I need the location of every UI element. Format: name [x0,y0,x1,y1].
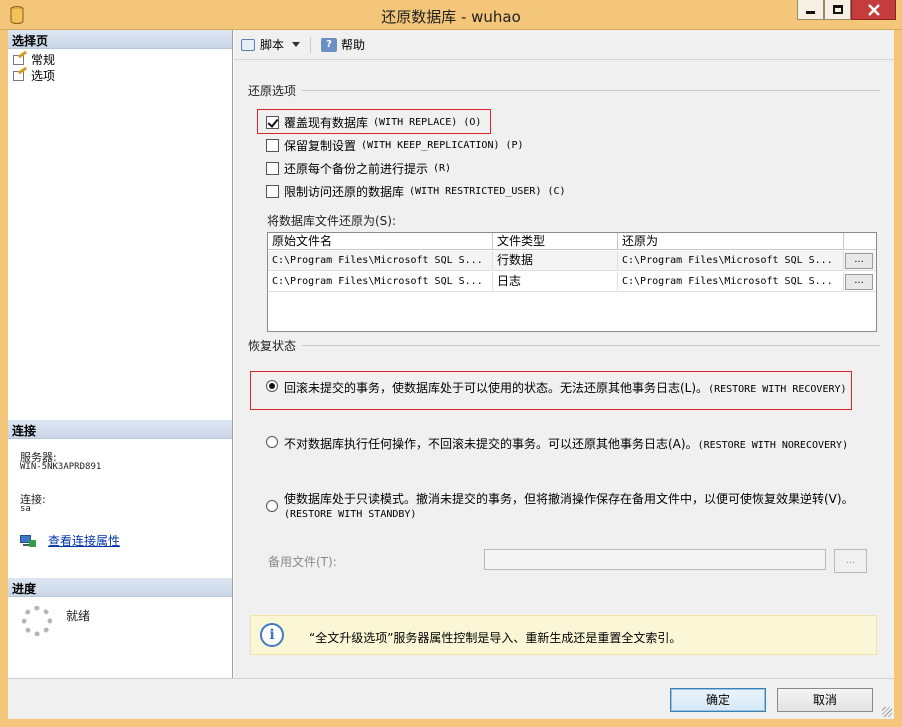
script-button[interactable]: 脚本 [240,34,301,56]
nav-item-options[interactable]: 选项 [12,66,56,83]
cell-type: 行数据 [493,251,618,271]
nav-item-label: 选项 [31,68,56,83]
info-icon: i [260,623,284,647]
browse-button[interactable]: ... [845,274,873,290]
nav-item-general[interactable]: 常规 [12,50,56,67]
cancel-button[interactable]: 取消 [777,688,873,712]
standby-file-input[interactable] [484,549,826,570]
select-page-header: 选择页 [8,30,232,49]
maximize-button[interactable] [824,0,851,20]
info-bar: i “全文升级选项”服务器属性控制是导入、重新生成还是重置全文索引。 [250,615,877,655]
file-table: 原始文件名 文件类型 还原为 C:\Program Files\Microsof… [267,232,877,332]
cell-type: 日志 [493,272,618,292]
connection-header: 连接 [8,420,232,439]
table-row[interactable]: C:\Program Files\Microsoft SQL S... 行数据 … [268,251,876,271]
help-button[interactable]: ? 帮助 [321,34,365,56]
window-frame-bottom [0,719,902,727]
radio-norecovery[interactable] [266,436,278,448]
close-button[interactable] [851,0,896,20]
left-pane: 选择页 常规 选项 连接 服务器: WIN-5NK3APRD891 连接: sa… [8,30,233,678]
view-connection-link[interactable]: 查看连接属性 [48,532,120,549]
option-prompt-before-restore[interactable]: 还原每个备份之前进行提示 (R) [266,160,451,177]
resize-grip-icon[interactable] [882,707,892,717]
column-header-restore-as[interactable]: 还原为 [618,233,844,250]
page-icon [12,50,28,66]
help-label: 帮助 [341,38,366,52]
connection-value: sa [20,504,31,514]
standby-browse-button[interactable]: ... [834,549,867,573]
server-value: WIN-5NK3APRD891 [20,462,102,472]
table-header: 原始文件名 文件类型 还原为 [268,233,876,250]
cell-original: C:\Program Files\Microsoft SQL S... [268,251,493,271]
checkbox-restricted-user[interactable] [266,185,279,198]
recovery-option-standby[interactable]: 使数据库处于只读模式。撤消未提交的事务，但将撤消操作保存在备用文件中，以便可使恢… [266,492,866,522]
chevron-down-icon[interactable] [292,42,301,47]
column-header-blank [844,233,876,250]
browse-button[interactable]: ... [845,253,873,269]
column-header-type[interactable]: 文件类型 [493,233,618,250]
recovery-state-title: 恢复状态 [248,339,297,353]
view-connection-properties[interactable]: 查看连接属性 [20,532,120,549]
option-label: 限制访问还原的数据库 [284,185,405,199]
right-pane: 脚本 ? 帮助 还原选项 覆盖现有数据库 (WITH REPLACE) (O) … [234,30,894,678]
minimize-icon [806,11,815,14]
option-suffix: (WITH KEEP_REPLICATION) (P) [361,140,524,151]
script-icon [240,38,256,52]
window-title: 还原数据库 - wuhao [381,8,521,26]
page-icon [12,66,28,82]
cell-original: C:\Program Files\Microsoft SQL S... [268,272,493,292]
option-overwrite[interactable]: 覆盖现有数据库 (WITH REPLACE) (O) [266,114,481,131]
dialog-button-bar: 确定 取消 [8,678,894,719]
checkbox-prompt[interactable] [266,162,279,175]
radio-recovery[interactable] [266,380,278,392]
radio-label: 回滚未提交的事务，使数据库处于可以使用的状态。无法还原其他事务日志(L)。(RE… [284,381,847,395]
restore-files-label: 将数据库文件还原为(S): [267,214,397,228]
group-divider [302,345,880,346]
option-suffix: (WITH REPLACE) (O) [373,117,482,128]
minimize-button[interactable] [797,0,824,20]
nav-item-label: 常规 [31,52,56,67]
progress-status: 就绪 [66,609,91,623]
cell-restore-as[interactable]: C:\Program Files\Microsoft SQL S... [618,251,844,271]
checkbox-keep-replication[interactable] [266,139,279,152]
radio-label: 不对数据库执行任何操作，不回滚未提交的事务。可以还原其他事务日志(A)。(RES… [284,437,849,451]
table-row[interactable]: C:\Program Files\Microsoft SQL S... 日志 C… [268,272,876,292]
window-frame-left [0,30,8,727]
option-keep-replication[interactable]: 保留复制设置 (WITH KEEP_REPLICATION) (P) [266,137,524,154]
column-header-original[interactable]: 原始文件名 [268,233,493,250]
group-divider [302,90,880,91]
toolbar: 脚本 ? 帮助 [234,30,894,60]
ok-button[interactable]: 确定 [670,688,766,712]
close-icon [867,3,880,16]
toolbar-separator [310,36,312,53]
recovery-option-norecovery[interactable]: 不对数据库执行任何操作，不回滚未提交的事务。可以还原其他事务日志(A)。(RES… [266,435,848,452]
option-label: 保留复制设置 [284,139,357,153]
option-label: 覆盖现有数据库 [284,116,369,130]
option-label: 还原每个备份之前进行提示 [284,162,429,176]
recovery-option-recovery[interactable]: 回滚未提交的事务，使数据库处于可以使用的状态。无法还原其他事务日志(L)。(RE… [266,379,847,396]
standby-file-label: 备用文件(T): [268,555,337,569]
connection-icon [20,534,36,548]
progress-spinner-icon [22,606,52,636]
window-frame-right [894,30,902,727]
option-suffix: (R) [433,163,452,174]
option-suffix: (WITH RESTRICTED_USER) (C) [409,186,566,197]
help-icon: ? [321,37,338,52]
option-restricted-user[interactable]: 限制访问还原的数据库 (WITH RESTRICTED_USER) (C) [266,183,566,200]
maximize-icon [832,5,843,14]
checkbox-overwrite[interactable] [266,116,279,129]
cell-restore-as[interactable]: C:\Program Files\Microsoft SQL S... [618,272,844,292]
title-bar: 还原数据库 - wuhao [0,0,902,30]
radio-label: 使数据库处于只读模式。撤消未提交的事务，但将撤消操作保存在备用文件中，以便可使恢… [284,492,854,520]
script-label: 脚本 [260,38,285,52]
progress-header: 进度 [8,578,232,597]
radio-standby[interactable] [266,500,278,512]
info-text: “全文升级选项”服务器属性控制是导入、重新生成还是重置全文索引。 [309,631,682,645]
restore-options-title: 还原选项 [248,84,297,98]
